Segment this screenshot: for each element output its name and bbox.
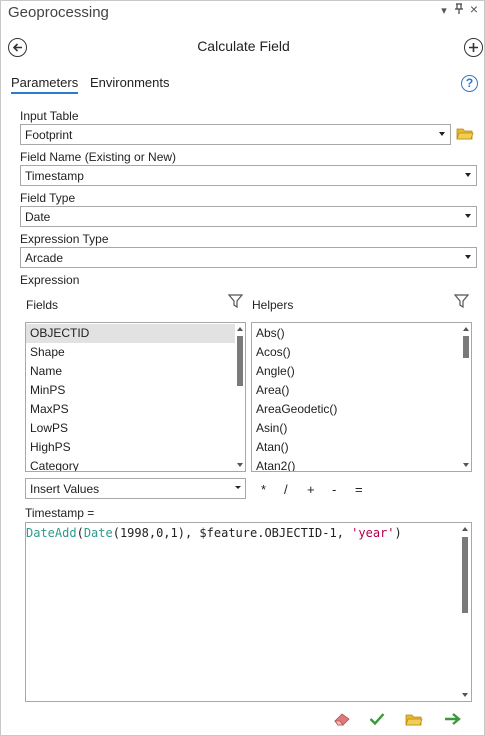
scroll-thumb[interactable] <box>462 537 468 613</box>
eraser-icon[interactable] <box>332 709 352 729</box>
list-item[interactable]: AreaGeodetic() <box>252 400 337 419</box>
operator-divide-button[interactable]: / <box>284 482 288 497</box>
tab-parameters[interactable]: Parameters <box>11 75 79 94</box>
fields-label: Fields <box>26 298 59 312</box>
field-type-value: Date <box>25 210 51 224</box>
list-item[interactable]: Category <box>26 457 79 471</box>
list-item[interactable]: MinPS <box>26 381 65 400</box>
list-item[interactable]: Area() <box>252 381 289 400</box>
folder-icon[interactable] <box>404 709 424 729</box>
tab-environments[interactable]: Environments <box>90 75 169 90</box>
code-function: Date <box>83 526 113 540</box>
code-function: DateAdd <box>26 526 77 540</box>
expression-code: DateAdd(Date(1998,0,1), $feature.OBJECTI… <box>26 526 402 540</box>
list-item[interactable]: Asin() <box>252 419 287 438</box>
chevron-down-icon <box>235 486 241 489</box>
pane-title: Geoprocessing <box>8 4 109 21</box>
fields-scrollbar[interactable] <box>235 323 245 471</box>
field-name-label: Field Name (Existing or New) <box>20 150 177 164</box>
input-table-label: Input Table <box>20 109 79 123</box>
expression-editor[interactable]: DateAdd(Date(1998,0,1), $feature.OBJECTI… <box>25 522 472 702</box>
helpers-list[interactable]: Abs() Acos() Angle() Area() AreaGeodetic… <box>251 322 472 472</box>
add-button[interactable] <box>464 38 483 57</box>
expression-type-dropdown[interactable]: Arcade <box>20 247 477 268</box>
chevron-down-icon <box>439 132 445 136</box>
scroll-up-icon[interactable] <box>462 527 468 531</box>
expression-label: Expression <box>20 273 80 287</box>
code-variable: $feature.OBJECTID-1, <box>199 526 352 540</box>
field-name-dropdown[interactable]: Timestamp <box>20 165 477 186</box>
operator-equals-button[interactable]: = <box>355 482 363 497</box>
list-item[interactable]: Shape <box>26 343 65 362</box>
code-punct: ) <box>394 526 402 540</box>
fields-list[interactable]: OBJECTID Shape Name MinPS MaxPS LowPS Hi… <box>25 322 246 472</box>
input-table-value: Footprint <box>25 128 73 142</box>
list-item[interactable]: Angle() <box>252 362 295 381</box>
expression-type-value: Arcade <box>25 251 64 265</box>
operator-add-button[interactable]: + <box>307 482 315 497</box>
insert-values-value: Insert Values <box>30 482 100 496</box>
scroll-down-icon[interactable] <box>463 463 469 467</box>
add-circle-icon <box>469 43 478 52</box>
pin-icon[interactable] <box>453 3 465 20</box>
code-string: 'year' <box>351 526 395 540</box>
helpers-label: Helpers <box>252 298 294 312</box>
scroll-down-icon[interactable] <box>462 693 468 697</box>
scroll-thumb[interactable] <box>237 336 243 386</box>
insert-values-dropdown[interactable]: Insert Values <box>25 478 246 499</box>
list-item[interactable]: Abs() <box>252 324 285 343</box>
list-item[interactable]: Acos() <box>252 343 291 362</box>
help-icon[interactable]: ? <box>461 75 478 92</box>
field-type-dropdown[interactable]: Date <box>20 206 477 227</box>
chevron-down-icon <box>465 173 471 177</box>
expression-target-label: Timestamp = <box>25 506 95 520</box>
scroll-thumb[interactable] <box>463 336 469 358</box>
operator-subtract-button[interactable]: - <box>332 482 336 497</box>
run-arrow-icon[interactable] <box>443 709 463 729</box>
list-item[interactable]: LowPS <box>26 419 68 438</box>
expression-type-label: Expression Type <box>20 232 109 246</box>
close-icon[interactable]: × <box>468 1 480 17</box>
code-args: (1998,0,1), <box>112 526 200 540</box>
filter-icon[interactable] <box>227 294 244 312</box>
pane-menu-icon[interactable]: ▾ <box>438 3 450 19</box>
operator-multiply-button[interactable]: * <box>261 482 266 497</box>
code-punct: ( <box>76 526 84 540</box>
list-item[interactable]: Name <box>26 362 62 381</box>
check-icon[interactable] <box>367 709 387 729</box>
folder-icon[interactable] <box>456 126 474 144</box>
filter-icon[interactable] <box>453 294 470 312</box>
list-item[interactable]: OBJECTID <box>26 324 235 343</box>
geoprocessing-pane: Geoprocessing ▾ × Calculate Field Parame… <box>0 0 485 736</box>
field-name-value: Timestamp <box>25 169 84 183</box>
chevron-down-icon <box>465 255 471 259</box>
scroll-down-icon[interactable] <box>237 463 243 467</box>
list-item[interactable]: MaxPS <box>26 400 69 419</box>
scroll-up-icon[interactable] <box>463 327 469 331</box>
list-item[interactable]: Atan2() <box>252 457 295 471</box>
tool-title: Calculate Field <box>197 38 290 54</box>
chevron-down-icon <box>465 214 471 218</box>
list-item[interactable]: HighPS <box>26 438 71 457</box>
input-table-dropdown[interactable]: Footprint <box>20 124 451 145</box>
helpers-scrollbar[interactable] <box>461 323 471 471</box>
editor-scrollbar[interactable] <box>459 523 471 701</box>
scroll-up-icon[interactable] <box>237 327 243 331</box>
field-type-label: Field Type <box>20 191 76 205</box>
list-item[interactable]: Atan() <box>252 438 289 457</box>
